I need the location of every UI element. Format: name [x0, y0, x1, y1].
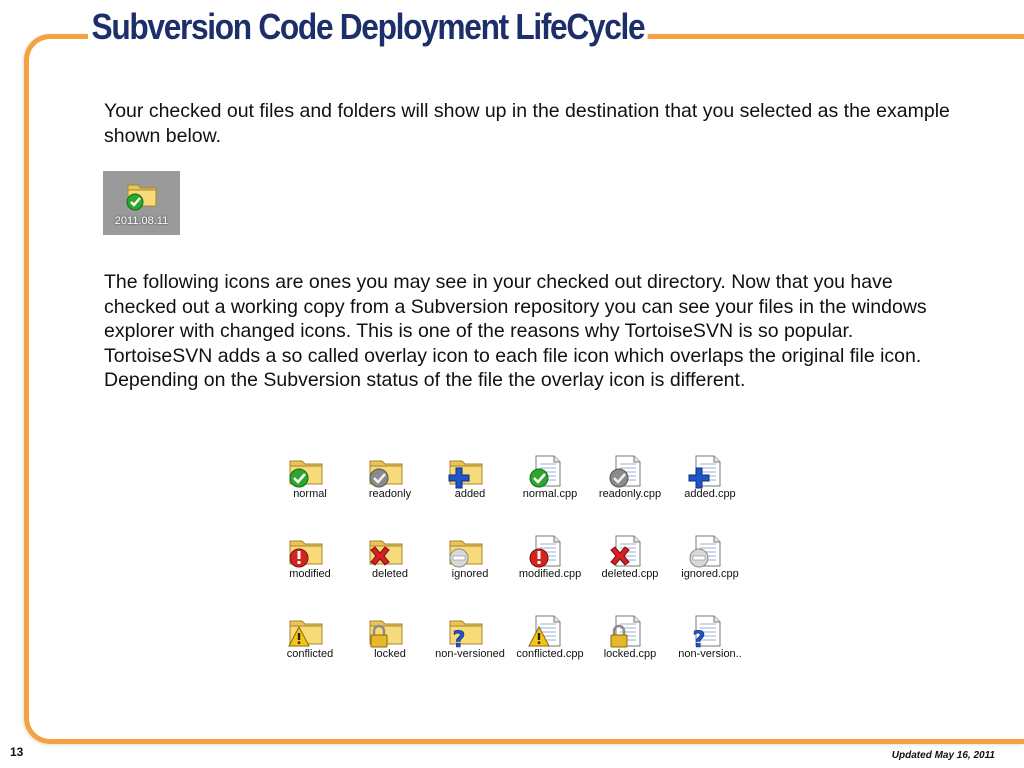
- overlay-icon-item[interactable]: normal: [270, 448, 350, 528]
- file-conflicted-icon: [528, 615, 561, 647]
- overlay-icon-item[interactable]: conflicted.cpp: [510, 608, 590, 688]
- folder-deleted-icon: [369, 540, 403, 566]
- overlay-icon-item[interactable]: locked.cpp: [590, 608, 670, 688]
- file-ignored-icon: [689, 535, 721, 568]
- overlay-icon-item[interactable]: ignored.cpp: [670, 528, 750, 608]
- overlay-icon-item[interactable]: added.cpp: [670, 448, 750, 528]
- file-readonly-icon: [609, 455, 641, 488]
- overlay-icon-item[interactable]: readonly: [350, 448, 430, 528]
- overlay-icon-label: conflicted: [286, 648, 334, 660]
- folder-readonly-icon: [369, 460, 403, 488]
- overlay-icon-item[interactable]: deleted.cpp: [590, 528, 670, 608]
- file-unversioned-icon: ?: [692, 615, 721, 651]
- file-modified-icon: [529, 535, 561, 568]
- file-locked-icon: [610, 615, 641, 648]
- folder-check-icon: [125, 177, 159, 216]
- overlay-icon-label: deleted.cpp: [601, 568, 659, 580]
- overlay-icon-label: normal.cpp: [522, 488, 578, 500]
- overlay-icon-label: readonly.cpp: [598, 488, 662, 500]
- overlay-icon-label: locked.cpp: [603, 648, 657, 660]
- overlay-icon-label: locked: [374, 648, 406, 660]
- folder-plus-icon: [448, 460, 483, 489]
- overlay-icon-item[interactable]: deleted: [350, 528, 430, 608]
- overlay-icon-item[interactable]: locked: [350, 608, 430, 688]
- file-deleted-icon: [610, 535, 641, 567]
- folder-ignored-icon: [449, 540, 483, 568]
- sample-folder-label: 2011.08.11: [114, 215, 169, 227]
- overlay-icon-label: readonly: [368, 488, 412, 500]
- folder-locked-icon: [369, 620, 403, 648]
- overlay-icon-label: added: [454, 488, 486, 500]
- overlay-icon-item[interactable]: ignored: [430, 528, 510, 608]
- overlay-icon-label: modified.cpp: [518, 568, 582, 580]
- overlay-icon-item[interactable]: normal.cpp: [510, 448, 590, 528]
- overlay-icon-label: conflicted.cpp: [516, 648, 584, 660]
- sample-checked-out-folder[interactable]: 2011.08.11: [103, 171, 180, 235]
- overlay-icon-label: normal: [293, 488, 327, 500]
- body-paragraph: The following icons are ones you may see…: [104, 271, 927, 391]
- overlay-icon-item[interactable]: modified: [270, 528, 350, 608]
- overlay-icon-label: deleted: [371, 568, 409, 580]
- file-plus-icon: [688, 455, 721, 489]
- overlay-icon-label: added.cpp: [684, 488, 736, 500]
- overlay-icon-item[interactable]: conflicted: [270, 608, 350, 688]
- folder-conflicted-icon: [288, 620, 323, 647]
- overlay-icon-label: ignored.cpp: [681, 568, 739, 580]
- overlay-icon-item[interactable]: modified.cpp: [510, 528, 590, 608]
- overlay-icon-item[interactable]: readonly.cpp: [590, 448, 670, 528]
- overlay-icon-grid: normal readonly added normal.cpp readonly.cp…: [270, 448, 750, 688]
- overlay-icon-label: ignored: [451, 568, 489, 580]
- overlay-icon-item[interactable]: ? non-version..: [670, 608, 750, 688]
- overlay-icon-item[interactable]: ? non-versioned: [430, 608, 510, 688]
- slide-title: Subversion Code Deployment LifeCycle: [88, 6, 648, 48]
- file-check-icon: [529, 455, 561, 488]
- overlay-icon-label: non-version..: [678, 648, 742, 660]
- folder-unversioned-icon: ?: [449, 620, 483, 651]
- folder-check-icon: [289, 460, 323, 488]
- overlay-icon-item[interactable]: added: [430, 448, 510, 528]
- intro-paragraph: Your checked out files and folders will …: [104, 100, 950, 147]
- page-number: 13: [10, 745, 24, 759]
- overlay-icon-label: modified: [289, 568, 331, 580]
- overlay-icon-label: non-versioned: [435, 648, 505, 660]
- folder-modified-icon: [289, 540, 323, 568]
- updated-date: Updated May 16, 2011: [891, 750, 995, 761]
